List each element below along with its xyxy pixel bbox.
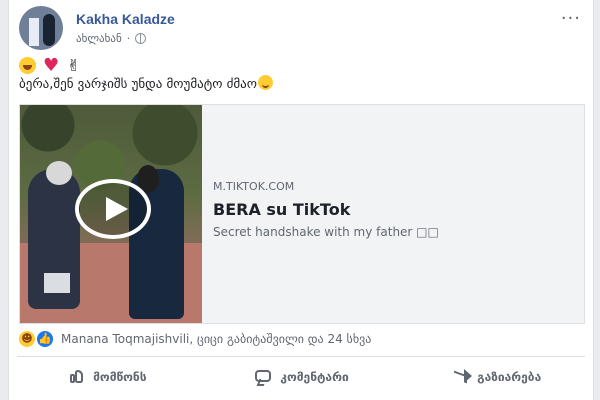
left-person-shirt <box>44 273 70 293</box>
link-domain: M.TIKTOK.COM <box>213 180 295 193</box>
thumbs-up-icon <box>66 367 86 387</box>
like-reaction-icon: 👍 <box>37 331 53 347</box>
post-time[interactable]: ახლახან <box>76 32 122 45</box>
share-button[interactable]: გაზიარება <box>398 360 593 394</box>
video-thumbnail[interactable] <box>20 105 202 323</box>
reaction-names[interactable]: Manana Toqmajishvili, ციცი გაბიტაშვილი დ… <box>61 332 371 346</box>
comment-button[interactable]: კომენტარი <box>204 360 399 394</box>
like-label: მომწონს <box>93 370 147 384</box>
haha-reaction-icon: ☻ <box>19 331 35 347</box>
like-button[interactable]: მომწონს <box>9 360 204 394</box>
action-divider <box>17 356 585 357</box>
post-emoji-row: ♥ ✌ <box>19 55 81 76</box>
share-label: გაზიარება <box>477 370 542 384</box>
share-icon <box>450 367 473 387</box>
post-message: ბერა,შენ ვარჯიშს უნდა მოუმატო ძმაო <box>19 77 257 92</box>
left-person-hair <box>46 161 72 185</box>
facebook-post: Kakha Kaladze ახლახან · ··· ♥ ✌ ბერა,შენ… <box>8 0 594 400</box>
post-meta: ახლახან · <box>76 32 147 45</box>
avatar-figure <box>43 14 55 46</box>
victory-hand-emoji-icon: ✌ <box>67 56 81 75</box>
reaction-summary[interactable]: ☻ 👍 Manana Toqmajishvili, ციცი გაბიტაშვი… <box>19 331 371 347</box>
author-avatar[interactable] <box>19 6 63 50</box>
comment-label: კომენტარი <box>280 370 349 384</box>
laughing-emoji-icon <box>19 57 36 74</box>
post-author-name[interactable]: Kakha Kaladze <box>76 11 175 27</box>
avatar-image <box>29 18 39 46</box>
comment-icon <box>253 367 273 387</box>
left-person-figure <box>28 161 80 309</box>
heart-emoji-icon: ♥ <box>43 55 60 76</box>
link-title[interactable]: BERA su TikTok <box>213 200 350 219</box>
link-description: Secret handshake with my father □□ <box>213 225 439 239</box>
shared-link-card[interactable]: M.TIKTOK.COM BERA su TikTok Secret hands… <box>19 104 585 324</box>
post-text: ბერა,შენ ვარჯიშს უნდა მოუმატო ძმაო <box>19 75 273 92</box>
post-actions: მომწონს კომენტარი გაზიარება <box>9 360 593 394</box>
more-options-icon[interactable]: ··· <box>561 8 581 29</box>
globe-icon <box>135 33 147 44</box>
separator-dot: · <box>126 32 131 45</box>
play-icon[interactable] <box>75 179 151 239</box>
smiling-face-emoji-icon <box>257 75 273 90</box>
